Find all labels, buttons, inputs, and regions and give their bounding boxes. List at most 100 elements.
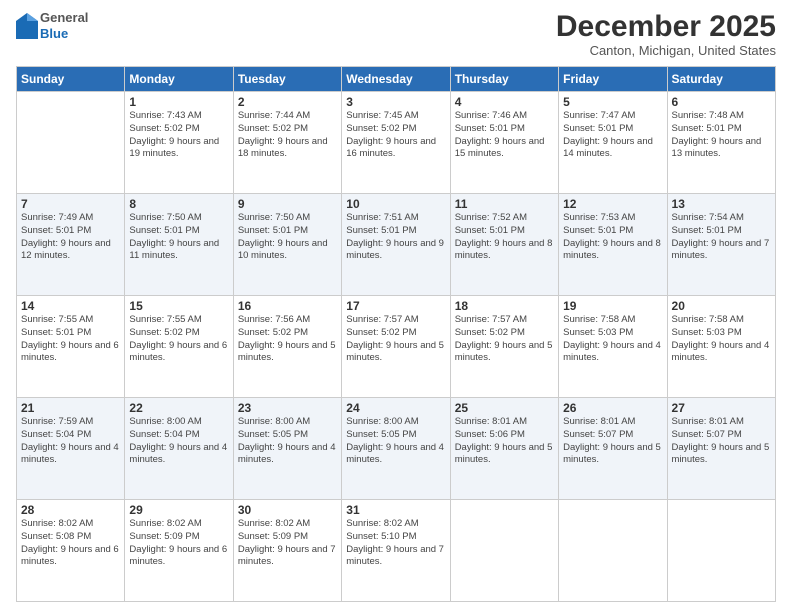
day-cell: 9 Sunrise: 7:50 AM Sunset: 5:01 PM Dayli… bbox=[233, 194, 341, 296]
sunset: Sunset: 5:03 PM bbox=[672, 327, 742, 338]
week-row-4: 21 Sunrise: 7:59 AM Sunset: 5:04 PM Dayl… bbox=[17, 398, 776, 500]
day-info: Sunrise: 7:57 AM Sunset: 5:02 PM Dayligh… bbox=[346, 314, 445, 365]
header: General Blue December 2025 Canton, Michi… bbox=[16, 10, 776, 58]
sunrise: Sunrise: 7:57 AM bbox=[346, 314, 418, 325]
day-number: 7 bbox=[21, 197, 120, 211]
sunset: Sunset: 5:02 PM bbox=[238, 123, 308, 134]
sunrise: Sunrise: 7:54 AM bbox=[672, 212, 744, 223]
sunrise: Sunrise: 7:58 AM bbox=[672, 314, 744, 325]
daylight: Daylight: 9 hours and 4 minutes. bbox=[238, 442, 336, 466]
sunset: Sunset: 5:04 PM bbox=[21, 429, 91, 440]
sunset: Sunset: 5:02 PM bbox=[238, 327, 308, 338]
day-cell: 11 Sunrise: 7:52 AM Sunset: 5:01 PM Dayl… bbox=[450, 194, 558, 296]
daylight: Daylight: 9 hours and 8 minutes. bbox=[455, 238, 553, 262]
daylight: Daylight: 9 hours and 7 minutes. bbox=[346, 544, 444, 568]
day-number: 2 bbox=[238, 95, 337, 109]
sunrise: Sunrise: 8:02 AM bbox=[129, 518, 201, 529]
day-info: Sunrise: 8:00 AM Sunset: 5:05 PM Dayligh… bbox=[238, 416, 337, 467]
daylight: Daylight: 9 hours and 4 minutes. bbox=[346, 442, 444, 466]
day-cell: 17 Sunrise: 7:57 AM Sunset: 5:02 PM Dayl… bbox=[342, 296, 450, 398]
day-cell: 13 Sunrise: 7:54 AM Sunset: 5:01 PM Dayl… bbox=[667, 194, 775, 296]
sunrise: Sunrise: 8:02 AM bbox=[21, 518, 93, 529]
day-number: 12 bbox=[563, 197, 662, 211]
day-cell: 16 Sunrise: 7:56 AM Sunset: 5:02 PM Dayl… bbox=[233, 296, 341, 398]
daylight: Daylight: 9 hours and 18 minutes. bbox=[238, 136, 328, 160]
day-info: Sunrise: 7:43 AM Sunset: 5:02 PM Dayligh… bbox=[129, 110, 228, 161]
day-cell: 10 Sunrise: 7:51 AM Sunset: 5:01 PM Dayl… bbox=[342, 194, 450, 296]
daylight: Daylight: 9 hours and 6 minutes. bbox=[129, 544, 227, 568]
day-info: Sunrise: 7:51 AM Sunset: 5:01 PM Dayligh… bbox=[346, 212, 445, 263]
day-info: Sunrise: 7:54 AM Sunset: 5:01 PM Dayligh… bbox=[672, 212, 771, 263]
sunrise: Sunrise: 7:48 AM bbox=[672, 110, 744, 121]
daylight: Daylight: 9 hours and 12 minutes. bbox=[21, 238, 111, 262]
day-info: Sunrise: 8:02 AM Sunset: 5:08 PM Dayligh… bbox=[21, 518, 120, 569]
day-cell: 27 Sunrise: 8:01 AM Sunset: 5:07 PM Dayl… bbox=[667, 398, 775, 500]
day-number: 3 bbox=[346, 95, 445, 109]
day-number: 1 bbox=[129, 95, 228, 109]
day-info: Sunrise: 7:44 AM Sunset: 5:02 PM Dayligh… bbox=[238, 110, 337, 161]
week-row-2: 7 Sunrise: 7:49 AM Sunset: 5:01 PM Dayli… bbox=[17, 194, 776, 296]
day-number: 20 bbox=[672, 299, 771, 313]
day-number: 9 bbox=[238, 197, 337, 211]
day-number: 19 bbox=[563, 299, 662, 313]
day-info: Sunrise: 7:52 AM Sunset: 5:01 PM Dayligh… bbox=[455, 212, 554, 263]
day-cell: 25 Sunrise: 8:01 AM Sunset: 5:06 PM Dayl… bbox=[450, 398, 558, 500]
day-cell: 20 Sunrise: 7:58 AM Sunset: 5:03 PM Dayl… bbox=[667, 296, 775, 398]
day-number: 29 bbox=[129, 503, 228, 517]
sunrise: Sunrise: 8:02 AM bbox=[346, 518, 418, 529]
sunset: Sunset: 5:07 PM bbox=[563, 429, 633, 440]
day-number: 15 bbox=[129, 299, 228, 313]
daylight: Daylight: 9 hours and 10 minutes. bbox=[238, 238, 328, 262]
sunset: Sunset: 5:07 PM bbox=[672, 429, 742, 440]
day-number: 28 bbox=[21, 503, 120, 517]
day-number: 13 bbox=[672, 197, 771, 211]
sunset: Sunset: 5:04 PM bbox=[129, 429, 199, 440]
day-number: 24 bbox=[346, 401, 445, 415]
sunset: Sunset: 5:09 PM bbox=[129, 531, 199, 542]
sunrise: Sunrise: 7:46 AM bbox=[455, 110, 527, 121]
day-cell: 24 Sunrise: 8:00 AM Sunset: 5:05 PM Dayl… bbox=[342, 398, 450, 500]
day-cell bbox=[667, 500, 775, 602]
day-info: Sunrise: 7:49 AM Sunset: 5:01 PM Dayligh… bbox=[21, 212, 120, 263]
sunrise: Sunrise: 8:01 AM bbox=[672, 416, 744, 427]
day-number: 8 bbox=[129, 197, 228, 211]
sunset: Sunset: 5:02 PM bbox=[129, 123, 199, 134]
day-cell: 12 Sunrise: 7:53 AM Sunset: 5:01 PM Dayl… bbox=[559, 194, 667, 296]
daylight: Daylight: 9 hours and 5 minutes. bbox=[346, 340, 444, 364]
sunrise: Sunrise: 7:58 AM bbox=[563, 314, 635, 325]
day-info: Sunrise: 7:55 AM Sunset: 5:02 PM Dayligh… bbox=[129, 314, 228, 365]
sunset: Sunset: 5:01 PM bbox=[21, 327, 91, 338]
sunset: Sunset: 5:01 PM bbox=[672, 225, 742, 236]
day-number: 10 bbox=[346, 197, 445, 211]
day-cell: 15 Sunrise: 7:55 AM Sunset: 5:02 PM Dayl… bbox=[125, 296, 233, 398]
daylight: Daylight: 9 hours and 5 minutes. bbox=[563, 442, 661, 466]
daylight: Daylight: 9 hours and 6 minutes. bbox=[21, 544, 119, 568]
day-cell: 4 Sunrise: 7:46 AM Sunset: 5:01 PM Dayli… bbox=[450, 92, 558, 194]
logo: General Blue bbox=[16, 10, 88, 41]
sunset: Sunset: 5:01 PM bbox=[238, 225, 308, 236]
logo-icon bbox=[16, 13, 38, 39]
sunset: Sunset: 5:01 PM bbox=[455, 225, 525, 236]
day-cell: 23 Sunrise: 8:00 AM Sunset: 5:05 PM Dayl… bbox=[233, 398, 341, 500]
day-info: Sunrise: 8:01 AM Sunset: 5:06 PM Dayligh… bbox=[455, 416, 554, 467]
day-number: 21 bbox=[21, 401, 120, 415]
sunrise: Sunrise: 8:01 AM bbox=[455, 416, 527, 427]
day-info: Sunrise: 8:00 AM Sunset: 5:04 PM Dayligh… bbox=[129, 416, 228, 467]
day-number: 11 bbox=[455, 197, 554, 211]
day-info: Sunrise: 7:50 AM Sunset: 5:01 PM Dayligh… bbox=[238, 212, 337, 263]
col-thursday: Thursday bbox=[450, 67, 558, 92]
day-cell: 18 Sunrise: 7:57 AM Sunset: 5:02 PM Dayl… bbox=[450, 296, 558, 398]
day-cell: 21 Sunrise: 7:59 AM Sunset: 5:04 PM Dayl… bbox=[17, 398, 125, 500]
day-info: Sunrise: 7:58 AM Sunset: 5:03 PM Dayligh… bbox=[563, 314, 662, 365]
day-number: 5 bbox=[563, 95, 662, 109]
sunrise: Sunrise: 7:43 AM bbox=[129, 110, 201, 121]
day-cell: 8 Sunrise: 7:50 AM Sunset: 5:01 PM Dayli… bbox=[125, 194, 233, 296]
sunrise: Sunrise: 7:50 AM bbox=[129, 212, 201, 223]
sunset: Sunset: 5:01 PM bbox=[21, 225, 91, 236]
day-number: 4 bbox=[455, 95, 554, 109]
col-monday: Monday bbox=[125, 67, 233, 92]
day-cell bbox=[17, 92, 125, 194]
day-cell: 7 Sunrise: 7:49 AM Sunset: 5:01 PM Dayli… bbox=[17, 194, 125, 296]
day-cell: 19 Sunrise: 7:58 AM Sunset: 5:03 PM Dayl… bbox=[559, 296, 667, 398]
day-cell: 26 Sunrise: 8:01 AM Sunset: 5:07 PM Dayl… bbox=[559, 398, 667, 500]
